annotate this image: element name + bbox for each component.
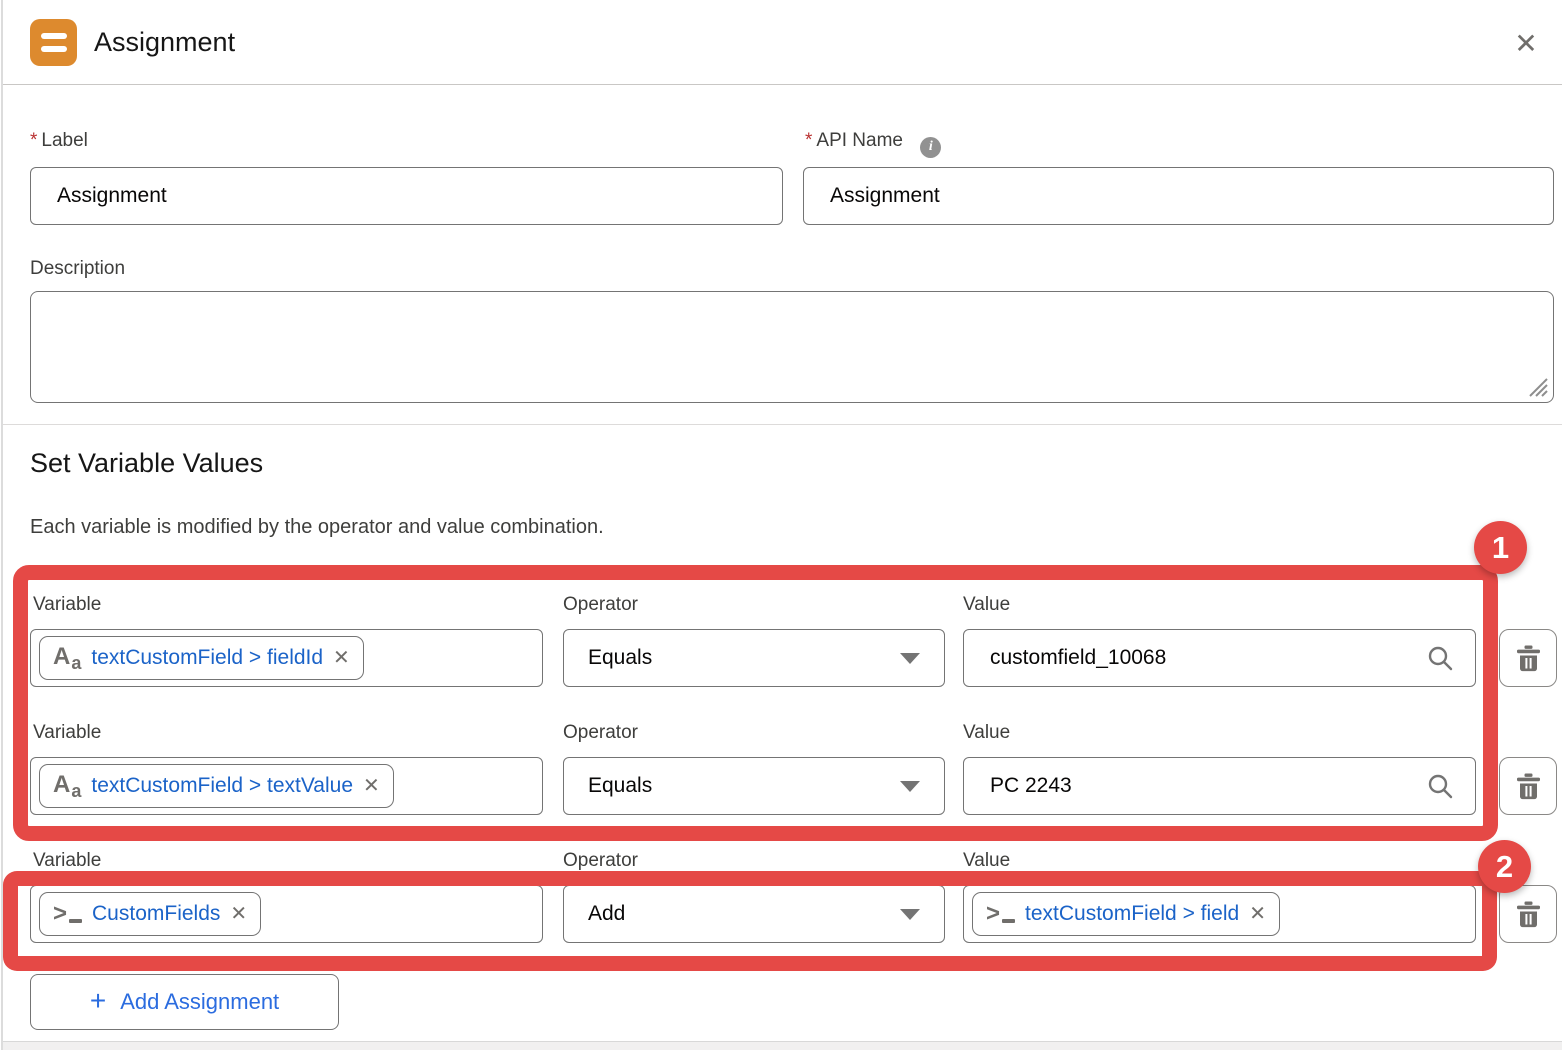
row2-variable-pill[interactable]: Aa textCustomField > textValue ✕ (39, 764, 394, 808)
row3-variable-pill[interactable]: > CustomFields ✕ (39, 892, 261, 936)
resize-handle-icon[interactable] (1526, 375, 1548, 397)
row1-value-input[interactable]: customfield_10068 (963, 629, 1476, 687)
code-type-icon: > (986, 902, 1015, 926)
row1-variable-pill-label: textCustomField > fieldId (91, 646, 323, 670)
api-name-input-value: Assignment (830, 184, 1531, 208)
text-type-icon: Aa (53, 645, 81, 672)
footer-strip (3, 1041, 1562, 1050)
section-title: Set Variable Values (30, 448, 263, 479)
search-icon[interactable] (1427, 773, 1453, 799)
row3-operator-value: Add (588, 902, 625, 926)
operator-column-label: Operator (563, 850, 638, 872)
remove-pill-icon[interactable]: ✕ (1249, 904, 1266, 924)
row3-delete-button[interactable] (1499, 885, 1557, 943)
row2-operator-value: Equals (588, 774, 652, 798)
api-name-field-label: *API Name i (805, 130, 941, 158)
trash-icon (1516, 773, 1541, 800)
section-subtitle: Each variable is modified by the operato… (30, 516, 604, 539)
assignment-equals-icon (30, 19, 77, 66)
row3-variable-input[interactable]: > CustomFields ✕ (30, 885, 543, 943)
chevron-down-icon (900, 781, 920, 792)
section-divider (3, 424, 1562, 425)
row2-value-text: PC 2243 (990, 774, 1427, 798)
remove-pill-icon[interactable]: ✕ (363, 776, 380, 796)
row2-variable-input[interactable]: Aa textCustomField > textValue ✕ (30, 757, 543, 815)
info-icon[interactable]: i (920, 137, 941, 158)
row2-variable-pill-label: textCustomField > textValue (91, 774, 353, 798)
row2-delete-button[interactable] (1499, 757, 1557, 815)
row3-value-pill-label: textCustomField > field (1025, 902, 1239, 926)
chevron-down-icon (900, 909, 920, 920)
dialog-header: Assignment (3, 0, 1562, 85)
annotation-badge-1: 1 (1474, 521, 1527, 574)
row1-operator-select[interactable]: Equals (563, 629, 945, 687)
panel-left-border (1, 0, 3, 1050)
trash-icon (1516, 901, 1541, 928)
label-field-label: *Label (30, 130, 88, 152)
row1-operator-value: Equals (588, 646, 652, 670)
description-field-label: Description (30, 258, 125, 280)
required-asterisk: * (30, 130, 37, 151)
remove-pill-icon[interactable]: ✕ (230, 904, 247, 924)
api-name-input[interactable]: Assignment (803, 167, 1554, 225)
row1-variable-input[interactable]: Aa textCustomField > fieldId ✕ (30, 629, 543, 687)
variable-column-label: Variable (33, 594, 101, 616)
code-type-icon: > (53, 902, 82, 926)
operator-column-label: Operator (563, 722, 638, 744)
row3-value-input[interactable]: > textCustomField > field ✕ (963, 885, 1476, 943)
row2-operator-select[interactable]: Equals (563, 757, 945, 815)
dialog-title: Assignment (94, 27, 235, 58)
plus-icon: + (90, 987, 106, 1015)
operator-column-label: Operator (563, 594, 638, 616)
add-assignment-button[interactable]: + Add Assignment (30, 974, 339, 1030)
search-icon[interactable] (1427, 645, 1453, 671)
required-asterisk: * (805, 130, 812, 151)
close-icon[interactable]: ✕ (1504, 24, 1548, 64)
row3-variable-pill-label: CustomFields (92, 902, 220, 926)
value-column-label: Value (963, 722, 1010, 744)
row2-value-input[interactable]: PC 2243 (963, 757, 1476, 815)
label-input-value: Assignment (57, 184, 760, 208)
add-assignment-label: Add Assignment (120, 989, 279, 1015)
description-textarea[interactable] (30, 291, 1554, 403)
variable-column-label: Variable (33, 722, 101, 744)
text-type-icon: Aa (53, 773, 81, 800)
assignment-dialog: Assignment ✕ *Label Assignment *API Name… (0, 0, 1562, 1050)
value-column-label: Value (963, 594, 1010, 616)
trash-icon (1516, 645, 1541, 672)
value-column-label: Value (963, 850, 1010, 872)
row1-delete-button[interactable] (1499, 629, 1557, 687)
row1-value-text: customfield_10068 (990, 646, 1427, 670)
remove-pill-icon[interactable]: ✕ (333, 648, 350, 668)
variable-column-label: Variable (33, 850, 101, 872)
label-input[interactable]: Assignment (30, 167, 783, 225)
row3-operator-select[interactable]: Add (563, 885, 945, 943)
row3-value-pill[interactable]: > textCustomField > field ✕ (972, 892, 1280, 936)
chevron-down-icon (900, 653, 920, 664)
row1-variable-pill[interactable]: Aa textCustomField > fieldId ✕ (39, 636, 364, 680)
